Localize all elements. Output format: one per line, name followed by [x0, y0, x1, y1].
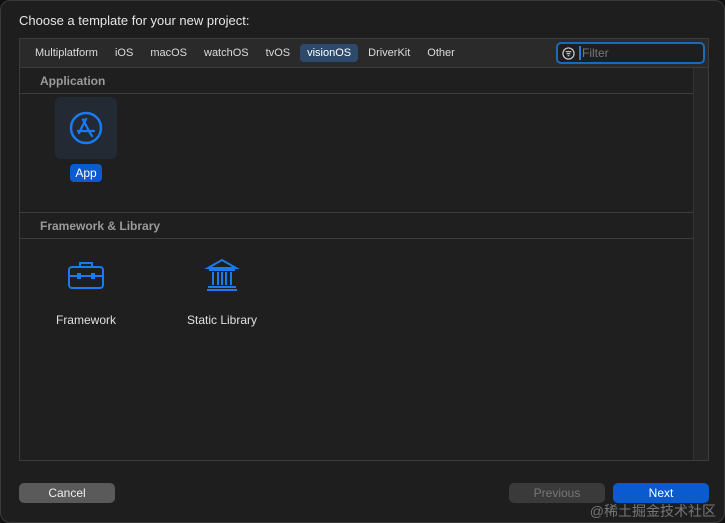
tab-tvos[interactable]: tvOS [259, 44, 297, 62]
scrollbar[interactable] [693, 68, 708, 460]
section-header-framework-library: Framework & Library [20, 213, 694, 239]
template-static-library[interactable]: Static Library [176, 244, 268, 329]
app-store-icon [69, 111, 103, 145]
tab-ios[interactable]: iOS [108, 44, 140, 62]
next-button[interactable]: Next [613, 483, 709, 503]
new-project-dialog: Choose a template for your new project: … [0, 0, 725, 523]
watermark: @稀土掘金技术社区 [589, 503, 716, 519]
template-list: Application App Framework & Library Fram… [20, 68, 694, 460]
filter-input[interactable] [579, 46, 699, 60]
template-panel: Multiplatform iOS macOS watchOS tvOS vis… [19, 38, 709, 461]
library-building-icon [204, 258, 240, 291]
dialog-title: Choose a template for your new project: [19, 13, 250, 28]
previous-button[interactable]: Previous [509, 483, 605, 503]
template-app[interactable]: App [46, 97, 126, 182]
toolbox-icon [68, 262, 104, 289]
section-application: App [20, 94, 694, 213]
tab-macos[interactable]: macOS [143, 44, 194, 62]
platform-tabs: Multiplatform iOS macOS watchOS tvOS vis… [20, 39, 708, 68]
filter-field[interactable] [556, 42, 705, 64]
section-framework-library: Framework Static Library [20, 239, 694, 358]
template-framework[interactable]: Framework [46, 244, 126, 329]
tab-multiplatform[interactable]: Multiplatform [28, 44, 105, 62]
tab-visionos[interactable]: visionOS [300, 44, 359, 62]
section-header-application: Application [20, 68, 694, 94]
filter-icon [562, 46, 575, 60]
template-label: App [70, 164, 102, 182]
template-label: Framework [55, 313, 116, 327]
cancel-button[interactable]: Cancel [19, 483, 115, 503]
template-label: Static Library [186, 313, 258, 327]
tab-driverkit[interactable]: DriverKit [361, 44, 417, 62]
tab-other[interactable]: Other [420, 44, 462, 62]
tab-watchos[interactable]: watchOS [197, 44, 256, 62]
